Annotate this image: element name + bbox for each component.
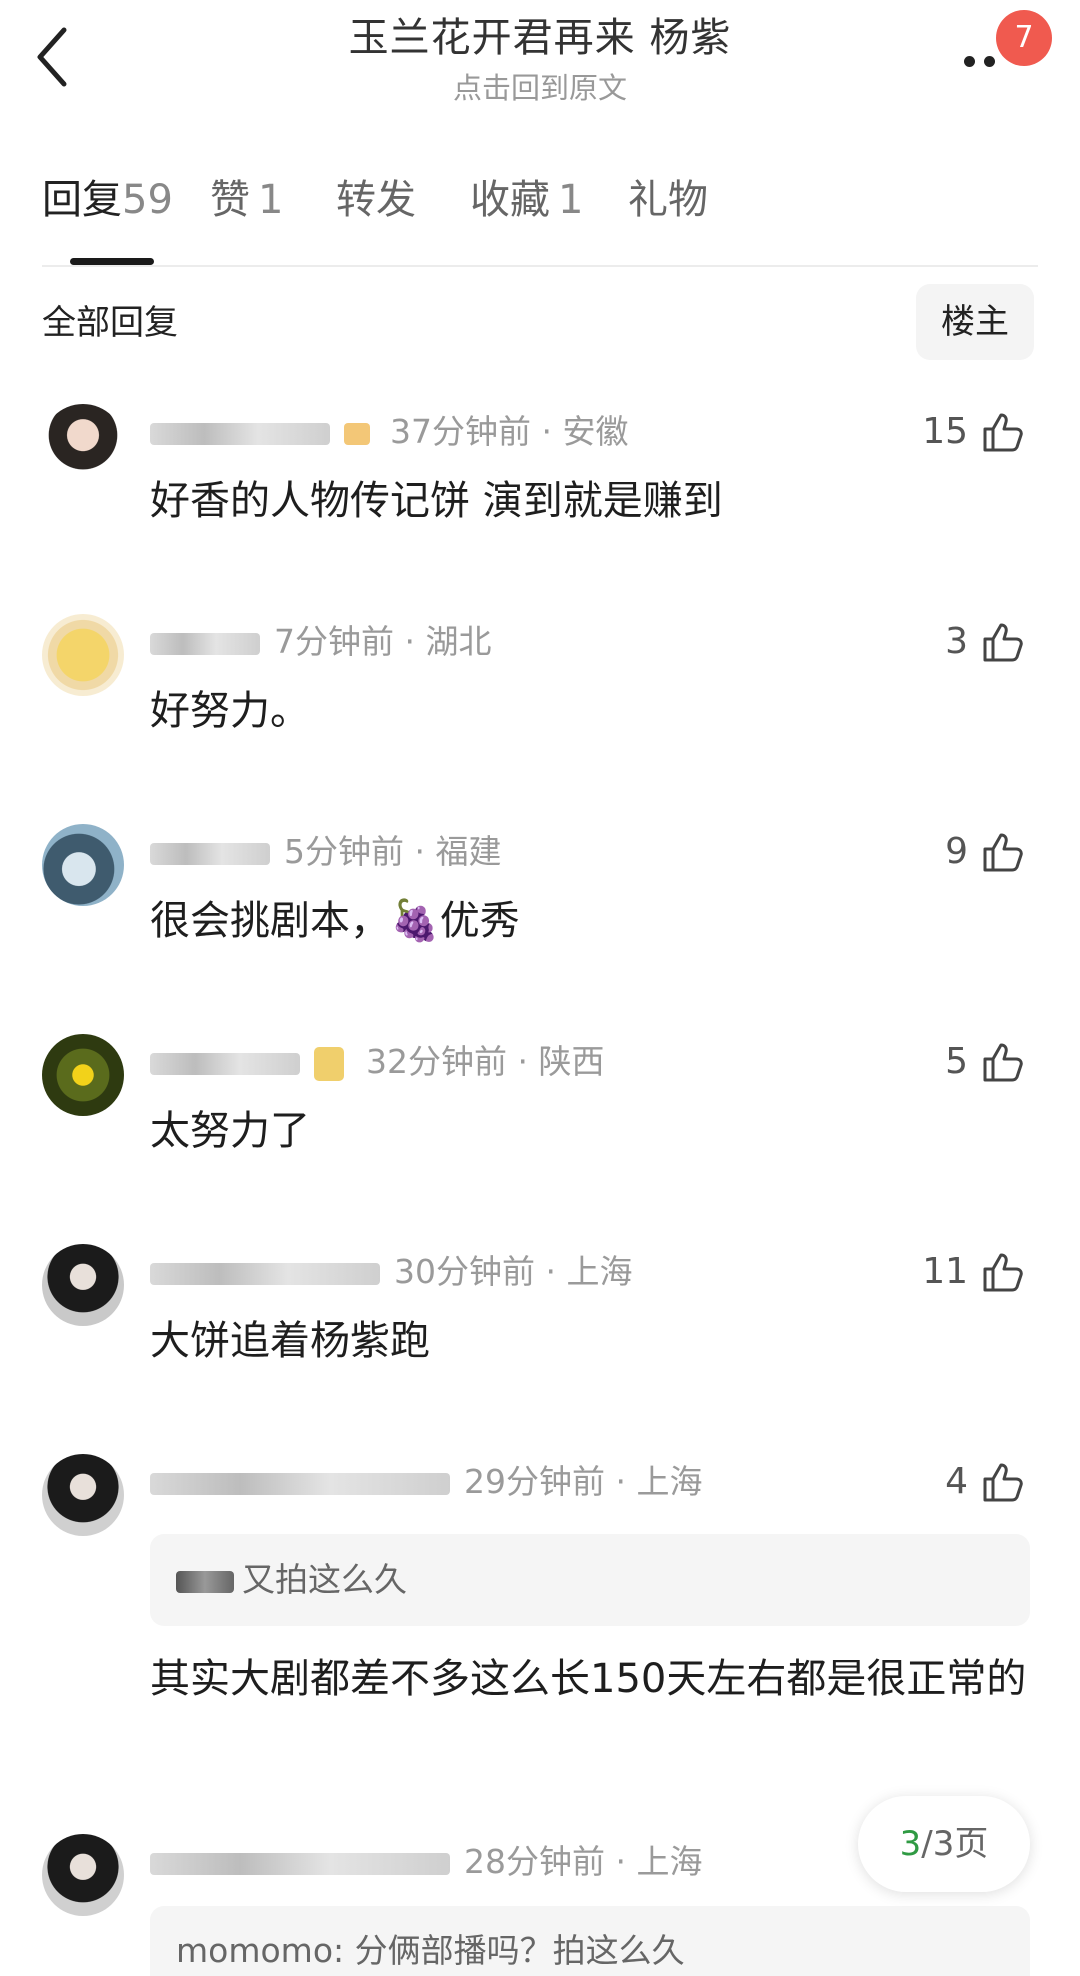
tab-reposts[interactable]: 转发 bbox=[336, 170, 416, 230]
quoted-reply[interactable]: 又拍这么久 bbox=[150, 1534, 1030, 1626]
avatar[interactable] bbox=[42, 824, 124, 906]
title-area[interactable]: 玉兰花开君再来 杨紫 点击回到原文 bbox=[0, 12, 1080, 108]
comment-meta: 30分钟前 · 上海 bbox=[150, 1250, 633, 1294]
username-blurred[interactable] bbox=[150, 422, 330, 445]
tab-label: 回复 bbox=[42, 177, 122, 223]
avatar[interactable] bbox=[42, 1244, 124, 1326]
quoted-reply[interactable]: momomo: 分俩部播吗？拍这么久 bbox=[150, 1906, 1030, 1976]
thumbs-up-icon bbox=[983, 1463, 1023, 1502]
tab-count: 1 bbox=[258, 177, 284, 223]
comment-meta: 37分钟前 · 安徽 bbox=[150, 410, 629, 454]
like-button[interactable]: 5 bbox=[945, 1036, 1024, 1086]
op-only-button[interactable]: 楼主 bbox=[916, 284, 1034, 360]
comment-meta: 28分钟前 · 上海 bbox=[150, 1840, 703, 1884]
back-to-post-link[interactable]: 点击回到原文 bbox=[0, 68, 1080, 108]
comment-text: 大饼追着杨紫跑 bbox=[150, 1318, 430, 1364]
tab-count: 59 bbox=[122, 177, 173, 223]
total-pages: /3页 bbox=[921, 1824, 989, 1864]
tab-label: 转发 bbox=[336, 177, 416, 223]
thumbs-up-icon bbox=[983, 833, 1023, 872]
comment-meta: 7分钟前 · 湖北 bbox=[150, 620, 492, 664]
tab-likes[interactable]: 赞1 bbox=[210, 170, 283, 230]
comment-text: 其实大剧都差不多这么长150天左右都是很正常的 bbox=[150, 1656, 1027, 1702]
divider bbox=[42, 265, 1038, 267]
tab-label: 收藏 bbox=[470, 177, 550, 223]
member-badge-icon bbox=[314, 1046, 344, 1081]
tab-replies[interactable]: 回复59 bbox=[42, 170, 173, 230]
thumbs-up-icon bbox=[983, 1253, 1023, 1292]
comment-text: 好努力。 bbox=[150, 688, 310, 734]
avatar[interactable] bbox=[42, 614, 124, 696]
quoted-username-blurred bbox=[176, 1570, 234, 1593]
page-indicator[interactable]: 3/3页 bbox=[858, 1796, 1030, 1892]
username-blurred[interactable] bbox=[150, 1852, 450, 1875]
tab-label: 礼物 bbox=[628, 177, 708, 223]
notification-badge: 7 bbox=[996, 10, 1052, 66]
username-blurred[interactable] bbox=[150, 1262, 380, 1285]
comment-text: 很会挑剧本，🍇优秀 bbox=[150, 898, 520, 944]
tab-count: 1 bbox=[558, 177, 584, 223]
all-replies-label[interactable]: 全部回复 bbox=[42, 300, 178, 346]
current-page: 3 bbox=[899, 1824, 922, 1864]
username-blurred[interactable] bbox=[150, 1472, 450, 1495]
avatar[interactable] bbox=[42, 1034, 124, 1116]
thumbs-up-icon bbox=[983, 623, 1023, 662]
username-blurred[interactable] bbox=[150, 632, 260, 655]
avatar[interactable] bbox=[42, 1834, 124, 1916]
like-button[interactable]: 9 bbox=[945, 826, 1024, 876]
avatar[interactable] bbox=[42, 1454, 124, 1536]
like-button[interactable]: 11 bbox=[922, 1246, 1024, 1296]
tab-bar: 回复59 赞1 转发 收藏 1 礼物 bbox=[42, 170, 1042, 230]
comment-meta: 29分钟前 · 上海 bbox=[150, 1460, 703, 1504]
like-button[interactable]: 15 bbox=[922, 406, 1024, 456]
active-tab-indicator bbox=[70, 258, 154, 265]
page-title: 玉兰花开君再来 杨紫 bbox=[348, 15, 732, 61]
avatar[interactable] bbox=[42, 404, 124, 486]
comment-meta: 5分钟前 · 福建 bbox=[150, 830, 502, 874]
username-blurred[interactable] bbox=[150, 1052, 300, 1075]
comment-meta: 32分钟前 · 陕西 bbox=[150, 1040, 605, 1084]
tab-label: 赞 bbox=[210, 177, 250, 223]
member-badge-icon bbox=[344, 422, 370, 445]
comment-text: 好香的人物传记饼 演到就是赚到 bbox=[150, 478, 723, 524]
tab-favorites[interactable]: 收藏 1 bbox=[470, 170, 583, 230]
top-bar: 玉兰花开君再来 杨紫 点击回到原文 7 bbox=[0, 0, 1080, 120]
comment-text: 太努力了 bbox=[150, 1108, 310, 1154]
thumbs-up-icon bbox=[983, 413, 1023, 452]
username-blurred[interactable] bbox=[150, 842, 270, 865]
like-button[interactable]: 3 bbox=[945, 616, 1024, 666]
tab-gifts[interactable]: 礼物 bbox=[628, 170, 708, 230]
thumbs-up-icon bbox=[983, 1043, 1023, 1082]
like-button[interactable]: 4 bbox=[945, 1456, 1024, 1506]
